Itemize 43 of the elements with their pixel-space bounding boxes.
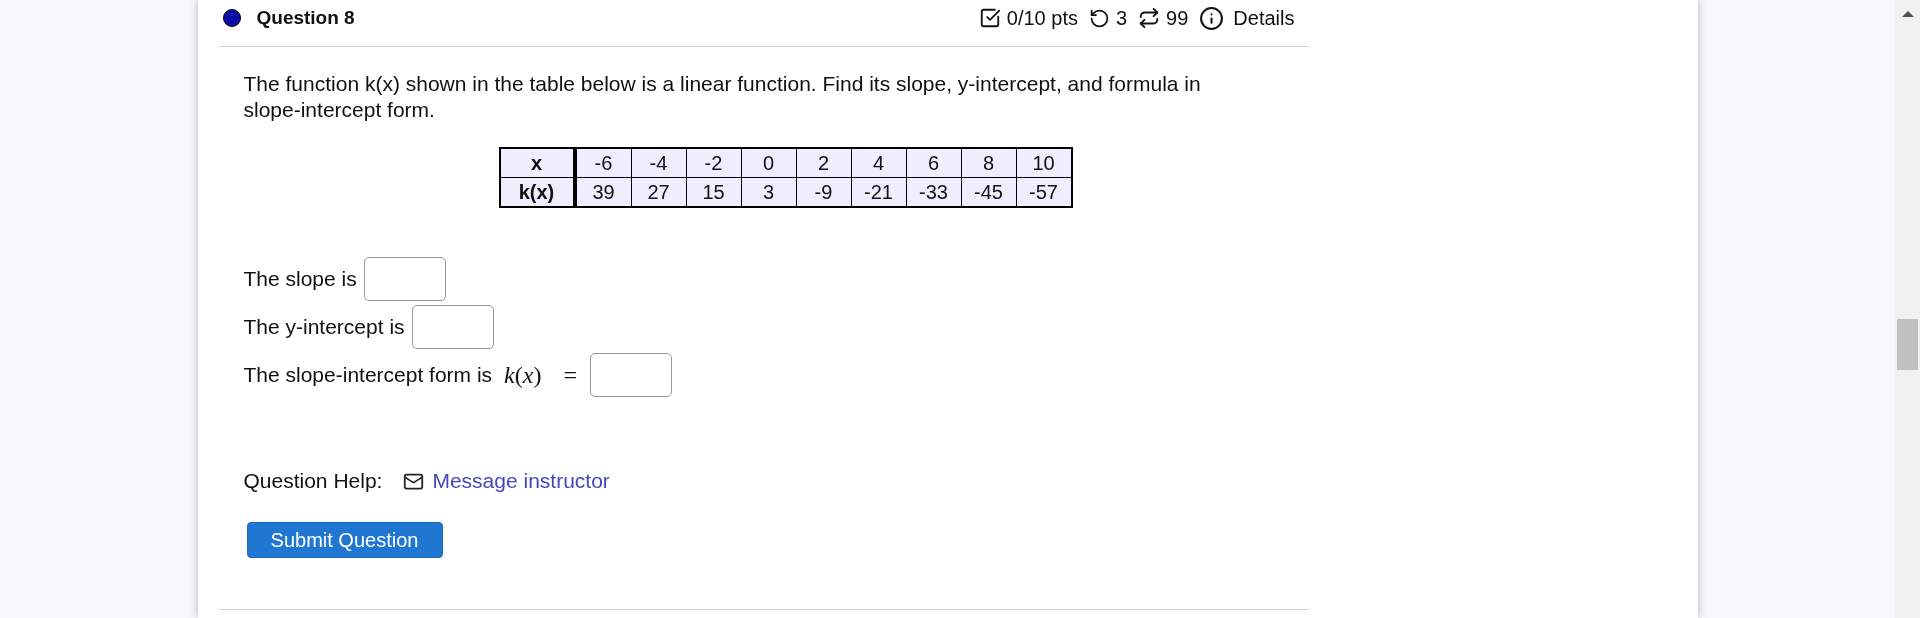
table-cell: -21 xyxy=(851,177,906,207)
table-cell: 15 xyxy=(686,177,741,207)
table-cell: -2 xyxy=(686,148,741,178)
table-cell: 6 xyxy=(906,148,961,178)
table-cell: 0 xyxy=(741,148,796,178)
info-icon xyxy=(1199,5,1225,31)
table-cell: -6 xyxy=(574,148,631,178)
answer-field[interactable] xyxy=(411,305,494,349)
answer-field[interactable] xyxy=(363,257,446,301)
message-instructor-link[interactable]: Message instructor xyxy=(403,469,610,493)
scroll-up-arrow-icon[interactable] xyxy=(1901,11,1914,17)
math-expression: k(x) = xyxy=(504,361,577,389)
table-cell: 8 xyxy=(961,148,1016,178)
table-cell: 4 xyxy=(851,148,906,178)
details-button[interactable]: Details xyxy=(1199,5,1295,31)
retries-count: 3 xyxy=(1116,6,1128,30)
rotate-arrow-icon xyxy=(1089,7,1110,29)
score-text: 0/10 pts xyxy=(1006,6,1078,30)
answer-field[interactable] xyxy=(589,353,672,397)
table-cell: 2 xyxy=(796,148,851,178)
table-cell: -57 xyxy=(1016,177,1072,207)
status-dot-icon xyxy=(222,9,241,27)
table-cell: 10 xyxy=(1016,148,1072,178)
scrollbar-track[interactable] xyxy=(1895,0,1920,618)
answer-label: The y-intercept is xyxy=(243,315,405,339)
question-title: Question 8 xyxy=(256,7,355,29)
submit-button[interactable]: Submit Question xyxy=(246,522,443,558)
table-header-cell: x xyxy=(499,148,575,178)
table-cell: -33 xyxy=(906,177,961,207)
attempts-count: 99 xyxy=(1166,6,1189,30)
scrollbar-thumb[interactable] xyxy=(1897,319,1918,370)
table-header-cell: k(x) xyxy=(499,177,575,207)
check-square-icon xyxy=(978,7,1001,29)
table-cell: -9 xyxy=(796,177,851,207)
answer-label: The slope is xyxy=(243,267,357,291)
table-cell: 27 xyxy=(631,177,686,207)
table-cell: -45 xyxy=(961,177,1016,207)
repeat-arrows-icon xyxy=(1138,7,1161,29)
table-cell: -4 xyxy=(631,148,686,178)
question-text: The function k(x) shown in the table below is a linear function. Find its slope, y-intercept, and formula in slope-intercept form. xyxy=(243,71,1202,123)
table-cell: 3 xyxy=(741,177,796,207)
answer-label: The slope-intercept form is xyxy=(243,363,493,387)
help-label: Question Help: xyxy=(243,469,383,493)
